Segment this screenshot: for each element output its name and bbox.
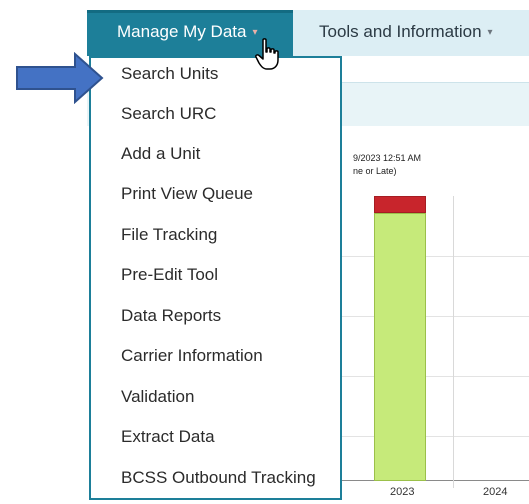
arrow-right-icon — [16, 52, 104, 104]
chart-plot-area — [338, 196, 529, 481]
nav-tab-manage-label[interactable]: Manage My Data ▾ — [117, 22, 257, 42]
menu-item-file-tracking[interactable]: File Tracking — [121, 225, 217, 245]
chevron-down-icon: ▾ — [487, 27, 493, 38]
chart-subtitle: ne or Late) — [353, 166, 397, 176]
menu-item-print-view-queue[interactable]: Print View Queue — [121, 184, 253, 204]
chart-bar-on-time-2023[interactable] — [374, 213, 426, 481]
chart-bar-late-2023[interactable] — [374, 196, 426, 213]
menu-item-bcss-outbound-tracking[interactable]: BCSS Outbound Tracking — [121, 468, 316, 488]
x-tick-label: 2024 — [483, 486, 508, 498]
chart-header: 9/2023 12:51 AM ne or Late) — [353, 152, 421, 178]
menu-item-validation[interactable]: Validation — [121, 387, 194, 407]
manage-my-data-text: Manage My Data — [117, 22, 247, 41]
menu-item-data-reports[interactable]: Data Reports — [121, 306, 221, 326]
chart-category-divider — [453, 196, 454, 488]
chart-timestamp: 9/2023 12:51 AM — [353, 153, 422, 163]
menu-item-add-a-unit[interactable]: Add a Unit — [121, 144, 200, 164]
chart-gridline — [338, 316, 529, 317]
menu-item-extract-data[interactable]: Extract Data — [121, 427, 215, 447]
tools-and-information-text: Tools and Information — [319, 22, 482, 41]
hand-pointer-icon — [255, 38, 279, 70]
manage-my-data-dropdown-menu: Search Units Search URC Add a Unit Print… — [89, 56, 342, 500]
menu-item-pre-edit-tool[interactable]: Pre-Edit Tool — [121, 265, 218, 285]
chart-gridline — [338, 376, 529, 377]
x-tick-label: 2023 — [390, 486, 415, 498]
chart-gridline — [338, 256, 529, 257]
nav-tab-tools-and-information[interactable]: Tools and Information ▾ — [319, 22, 493, 42]
chart-gridline — [338, 436, 529, 437]
menu-item-carrier-information[interactable]: Carrier Information — [121, 346, 263, 366]
menu-item-search-units[interactable]: Search Units — [121, 64, 218, 84]
menu-item-search-urc[interactable]: Search URC — [121, 104, 216, 124]
